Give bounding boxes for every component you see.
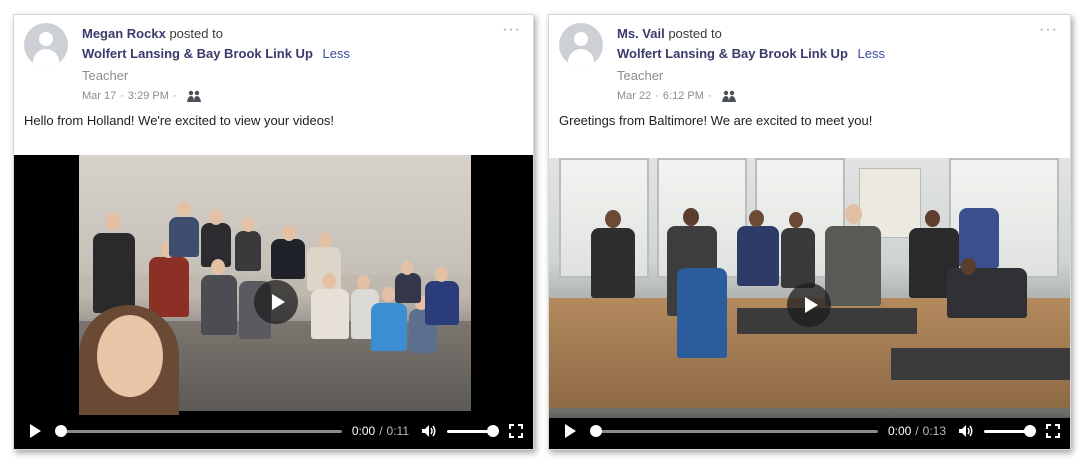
avatar-icon[interactable] <box>24 23 68 67</box>
video-controls: 0:00 / 0:11 <box>14 413 533 449</box>
play-icon[interactable] <box>565 424 576 438</box>
author-role: Teacher <box>617 68 664 83</box>
post-message: Greetings from Baltimore! We are excited… <box>559 113 873 128</box>
seek-bar[interactable] <box>55 424 342 437</box>
duration: 0:11 <box>386 424 409 438</box>
time-separator: / <box>915 424 919 438</box>
author-name[interactable]: Ms. Vail <box>617 26 665 41</box>
author-role: Teacher <box>82 68 129 83</box>
post-message: Hello from Holland! We're excited to vie… <box>24 113 335 128</box>
post-date[interactable]: Mar 22 <box>617 87 651 105</box>
volume-handle[interactable] <box>487 424 499 437</box>
volume-slider[interactable] <box>447 424 499 437</box>
current-time: 0:00 <box>351 424 376 438</box>
seek-handle[interactable] <box>55 424 67 437</box>
volume-icon[interactable] <box>958 424 974 438</box>
play-overlay-icon[interactable] <box>254 280 298 324</box>
video-player[interactable]: 0:00 / 0:13 <box>549 158 1070 449</box>
posted-to-text: posted to <box>668 26 722 41</box>
video-controls: 0:00 / 0:13 <box>549 413 1070 449</box>
posted-to-text: posted to <box>169 26 223 41</box>
volume-icon[interactable] <box>421 424 437 438</box>
fullscreen-icon[interactable] <box>509 424 523 438</box>
separator-dot: · <box>655 90 659 102</box>
group-icon <box>186 90 201 102</box>
post-card: ··· Ms. Vail posted to Wolfert Lansing &… <box>548 14 1071 450</box>
less-link[interactable]: Less <box>858 46 885 61</box>
post-meta: Mar 22 · 6:12 PM · <box>617 87 1030 105</box>
video-player[interactable]: 0:00 / 0:11 <box>14 155 533 449</box>
play-icon[interactable] <box>30 424 41 438</box>
post-header: Megan Rockx posted to Wolfert Lansing & … <box>82 25 493 105</box>
avatar-icon[interactable] <box>559 23 603 67</box>
more-options-icon[interactable]: ··· <box>502 21 521 39</box>
separator-dot: · <box>172 90 177 102</box>
current-time: 0:00 <box>887 424 912 438</box>
group-link[interactable]: Wolfert Lansing & Bay Brook Link Up <box>82 46 313 61</box>
play-overlay-icon[interactable] <box>787 283 831 327</box>
post-time[interactable]: 3:29 PM <box>128 87 169 105</box>
volume-slider[interactable] <box>984 424 1036 437</box>
post-meta: Mar 17 · 3:29 PM · <box>82 87 493 105</box>
post-card: ··· Megan Rockx posted to Wolfert Lansin… <box>13 14 534 450</box>
author-name[interactable]: Megan Rockx <box>82 26 166 41</box>
separator-dot: · <box>120 90 124 102</box>
time-separator: / <box>379 424 383 438</box>
post-header: Ms. Vail posted to Wolfert Lansing & Bay… <box>617 25 1030 105</box>
post-date[interactable]: Mar 17 <box>82 87 116 105</box>
separator-dot: · <box>707 90 712 102</box>
group-icon <box>721 90 736 102</box>
fullscreen-icon[interactable] <box>1046 424 1060 438</box>
less-link[interactable]: Less <box>323 46 350 61</box>
seek-bar[interactable] <box>590 424 878 437</box>
group-link[interactable]: Wolfert Lansing & Bay Brook Link Up <box>617 46 848 61</box>
post-time[interactable]: 6:12 PM <box>663 87 704 105</box>
duration: 0:13 <box>922 424 946 438</box>
volume-handle[interactable] <box>1024 424 1036 437</box>
more-options-icon[interactable]: ··· <box>1039 21 1058 39</box>
seek-handle[interactable] <box>590 424 602 437</box>
